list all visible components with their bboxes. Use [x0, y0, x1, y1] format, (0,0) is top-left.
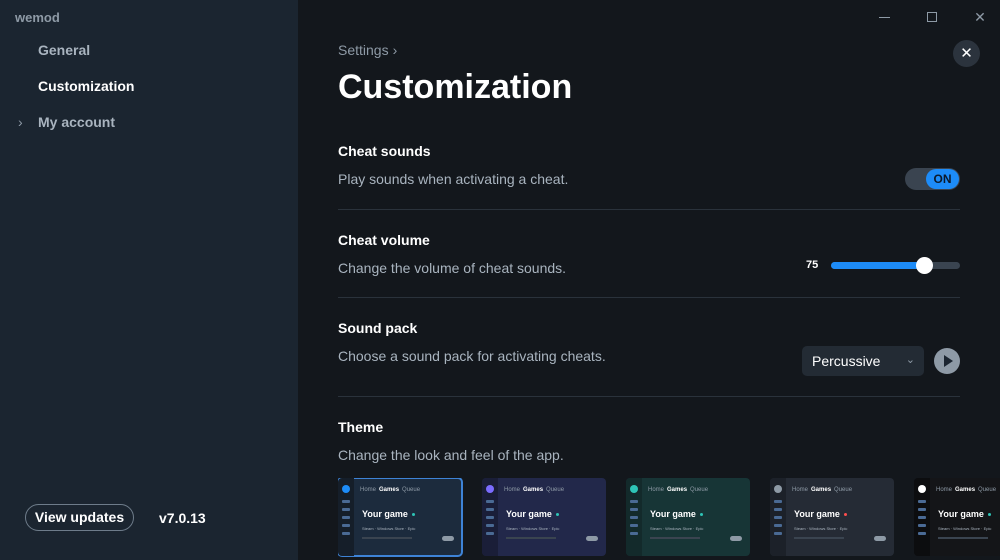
maximize-icon[interactable]: [924, 9, 940, 25]
version-label: v7.0.13: [159, 510, 206, 526]
theme-preview-game: Your game: [938, 509, 991, 519]
theme-preview-game: Your game: [650, 509, 703, 519]
sidebar: wemod General Customization › My account…: [0, 0, 298, 560]
theme-preview-game: Your game: [506, 509, 559, 519]
sidebar-item-customization[interactable]: Customization: [38, 78, 134, 94]
sound-pack-select[interactable]: Percussive ⌄: [802, 346, 924, 376]
volume-value: 75: [806, 259, 819, 271]
cheat-volume-title: Cheat volume: [338, 232, 430, 248]
theme-preview-nav: Home Games Queue: [936, 487, 997, 493]
divider: [338, 396, 960, 397]
breadcrumb-settings[interactable]: Settings: [338, 42, 389, 58]
play-icon: [944, 355, 953, 367]
theme-option[interactable]: Home Games Queue Your game Steam · Windows S…: [482, 478, 606, 556]
theme-preview-platforms: Steam · Windows Store · Epic: [938, 526, 992, 531]
theme-options: Home Games Queue Your game Steam · Windows S…: [338, 478, 1000, 560]
app-name: wemod: [15, 10, 60, 25]
close-settings-button[interactable]: ✕: [953, 40, 980, 67]
chevron-down-icon: ⌄: [905, 354, 915, 366]
theme-preview-platforms: Steam · Windows Store · Epic: [506, 526, 560, 531]
minimize-icon[interactable]: [876, 9, 892, 25]
view-updates-button[interactable]: View updates: [25, 504, 134, 531]
theme-preview-nav: Home Games Queue: [360, 487, 421, 493]
page-title: Customization: [338, 68, 573, 106]
cheat-sounds-title: Cheat sounds: [338, 143, 431, 159]
volume-slider-fill: [831, 262, 924, 269]
cheat-volume-description: Change the volume of cheat sounds.: [338, 260, 567, 276]
sidebar-item-my-account[interactable]: My account: [38, 114, 115, 130]
theme-option[interactable]: Home Games Queue Your game Steam · Windows S…: [626, 478, 750, 556]
cheat-sounds-description: Play sounds when activating a cheat.: [338, 171, 569, 187]
theme-option[interactable]: Home Games Queue Your game Steam · Windows S…: [338, 478, 463, 557]
volume-slider[interactable]: [831, 257, 960, 274]
chevron-right-icon: ›: [392, 42, 398, 58]
theme-preview-platforms: Steam · Windows Store · Epic: [794, 526, 848, 531]
toggle-knob: ON: [926, 169, 959, 189]
sidebar-item-general[interactable]: General: [38, 42, 90, 58]
theme-preview-nav: Home Games Queue: [648, 487, 709, 493]
theme-option[interactable]: Home Games Queue Your game Steam · Windows S…: [914, 478, 1000, 556]
sound-pack-selected: Percussive: [812, 353, 881, 369]
theme-option[interactable]: Home Games Queue Your game Steam · Windows S…: [770, 478, 894, 556]
cheat-sounds-toggle[interactable]: ON: [905, 168, 960, 190]
theme-preview-nav: Home Games Queue: [792, 487, 853, 493]
theme-preview-platforms: Steam · Windows Store · Epic: [650, 526, 704, 531]
chevron-right-icon[interactable]: ›: [18, 114, 23, 130]
divider: [338, 297, 960, 298]
volume-slider-thumb[interactable]: [915, 257, 933, 274]
theme-preview-platforms: Steam · Windows Store · Epic: [362, 526, 416, 531]
play-sound-button[interactable]: [934, 348, 960, 374]
breadcrumb[interactable]: Settings ›: [338, 42, 397, 58]
close-icon[interactable]: ✕: [972, 9, 988, 25]
theme-preview-nav: Home Games Queue: [504, 487, 565, 493]
theme-description: Change the look and feel of the app.: [338, 447, 564, 463]
sound-pack-title: Sound pack: [338, 320, 418, 336]
theme-preview-game: Your game: [362, 509, 415, 519]
divider: [338, 209, 960, 210]
theme-title: Theme: [338, 419, 384, 435]
theme-preview-game: Your game: [794, 509, 847, 519]
sound-pack-description: Choose a sound pack for activating cheat…: [338, 348, 606, 364]
